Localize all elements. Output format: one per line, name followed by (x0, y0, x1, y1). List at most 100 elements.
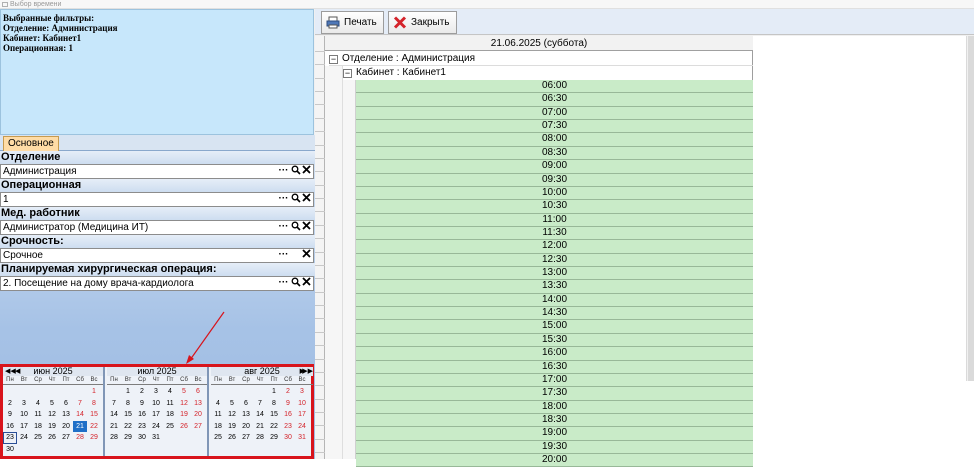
calendar-day[interactable]: 31 (149, 432, 163, 444)
clear-icon[interactable] (301, 277, 312, 290)
calendar-day[interactable]: 22 (121, 421, 135, 433)
calendar-day[interactable]: 16 (135, 409, 149, 421)
calendar-day[interactable]: 13 (239, 409, 253, 421)
time-slot[interactable]: 09:00 (356, 160, 753, 174)
calendar-day[interactable]: 30 (135, 432, 149, 444)
time-slot[interactable]: 08:00 (356, 133, 753, 147)
time-slot[interactable]: 08:30 (356, 146, 753, 161)
time-slot[interactable]: 18:30 (356, 413, 753, 428)
ellipsis-icon[interactable]: ··· (278, 249, 289, 262)
calendar-day[interactable]: 30 (3, 444, 17, 456)
print-button[interactable]: Печать (321, 11, 384, 34)
calendar-day[interactable]: 8 (121, 398, 135, 410)
calendar-day[interactable]: 19 (177, 409, 191, 421)
department-field[interactable]: Администрация ··· (0, 164, 314, 179)
calendar-day[interactable]: 22 (87, 421, 101, 433)
scrollbar-thumb[interactable] (968, 36, 974, 381)
calendar-day[interactable]: 12 (225, 409, 239, 421)
calendar-day[interactable]: 29 (267, 432, 281, 444)
ellipsis-icon[interactable]: ··· (278, 165, 289, 178)
calendar-day[interactable]: 18 (163, 409, 177, 421)
calendar-day[interactable]: 25 (211, 432, 225, 444)
calendar-day[interactable]: 10 (149, 398, 163, 410)
calendar-day[interactable]: 21 (253, 421, 267, 433)
group-row-room[interactable]: − Кабинет : Кабинет1 (343, 66, 753, 80)
surgery-field[interactable]: 2. Посещение на дому врача-кардиолога ··… (0, 276, 314, 291)
calendar-day[interactable]: 4 (31, 398, 45, 410)
collapse-icon[interactable]: − (329, 55, 338, 64)
calendar-day[interactable]: 27 (191, 421, 205, 433)
calendar-day[interactable]: 28 (73, 432, 87, 444)
time-slot[interactable]: 11:00 (356, 213, 753, 227)
calendar-day[interactable]: 23 (135, 421, 149, 433)
calendar-day[interactable]: 9 (3, 409, 17, 421)
time-slot[interactable]: 10:30 (356, 200, 753, 214)
calendar-day[interactable]: 27 (239, 432, 253, 444)
calendar-day[interactable]: 6 (59, 398, 73, 410)
calendar-day[interactable]: 17 (295, 409, 309, 421)
clear-icon[interactable] (301, 221, 312, 234)
calendar-day[interactable]: 25 (163, 421, 177, 433)
time-slot[interactable]: 11:30 (356, 226, 753, 241)
calendar-day[interactable]: 3 (17, 398, 31, 410)
next-year-icon[interactable]: ▶▶ (302, 367, 313, 376)
close-button[interactable]: Закрыть (388, 11, 457, 34)
time-slot[interactable]: 16:00 (356, 347, 753, 361)
tab-main[interactable]: Основное (3, 136, 59, 152)
calendar-day[interactable]: 28 (253, 432, 267, 444)
time-slot[interactable]: 14:00 (356, 293, 753, 308)
calendar-day[interactable]: 4 (163, 386, 177, 398)
calendar-day[interactable]: 14 (73, 409, 87, 421)
time-slot[interactable]: 09:30 (356, 173, 753, 187)
calendar-day[interactable]: 5 (45, 398, 59, 410)
time-slot[interactable]: 15:00 (356, 320, 753, 334)
time-slot[interactable]: 17:00 (356, 373, 753, 388)
vertical-scrollbar[interactable] (966, 36, 974, 381)
calendar-day[interactable]: 15 (121, 409, 135, 421)
calendar-day[interactable]: 16 (281, 409, 295, 421)
calendar-day[interactable]: 29 (87, 432, 101, 444)
calendar-day[interactable]: 23 (281, 421, 295, 433)
calendar-day[interactable]: 31 (295, 432, 309, 444)
calendar-day[interactable]: 20 (239, 421, 253, 433)
time-slot[interactable]: 17:30 (356, 387, 753, 401)
search-icon[interactable] (290, 221, 301, 234)
urgency-field[interactable]: Срочное ··· (0, 248, 314, 263)
calendar-day[interactable]: 12 (177, 398, 191, 410)
calendar-day[interactable]: 18 (31, 421, 45, 433)
time-slot[interactable]: 19:00 (356, 427, 753, 441)
calendar-day[interactable]: 20 (59, 421, 73, 433)
calendar-day[interactable]: 5 (177, 386, 191, 398)
calendar-day[interactable]: 16 (3, 421, 17, 433)
calendar-day[interactable]: 22 (267, 421, 281, 433)
calendar-day[interactable]: 8 (87, 398, 101, 410)
search-icon[interactable] (290, 193, 301, 206)
search-icon[interactable] (290, 165, 301, 178)
calendar-day[interactable]: 2 (3, 398, 17, 410)
doctor-field[interactable]: Администратор (Медицина ИТ) ··· (0, 220, 314, 235)
calendar-day[interactable]: 21 (107, 421, 121, 433)
calendar-day[interactable]: 11 (163, 398, 177, 410)
time-slot[interactable]: 20:00 (356, 454, 753, 467)
time-slot[interactable]: 14:30 (356, 307, 753, 321)
calendar-day[interactable]: 13 (191, 398, 205, 410)
calendar-day[interactable]: 10 (295, 398, 309, 410)
time-slot[interactable]: 10:00 (356, 186, 753, 201)
calendar-day[interactable]: 3 (149, 386, 163, 398)
calendar-day[interactable]: 1 (87, 386, 101, 398)
group-row-department[interactable]: − Отделение : Администрация (329, 52, 753, 66)
calendar-day[interactable]: 26 (225, 432, 239, 444)
ellipsis-icon[interactable]: ··· (278, 193, 289, 206)
calendar-day[interactable]: 21 (73, 420, 87, 433)
calendar-day[interactable]: 7 (253, 398, 267, 410)
collapse-icon[interactable]: − (343, 69, 352, 78)
clear-icon[interactable] (301, 165, 312, 178)
calendar-day[interactable]: 14 (107, 409, 121, 421)
time-slot[interactable]: 07:30 (356, 120, 753, 134)
calendar-day[interactable]: 25 (31, 432, 45, 444)
calendar-day[interactable]: 3 (295, 386, 309, 398)
ellipsis-icon[interactable]: ··· (278, 221, 289, 234)
time-slot[interactable]: 12:00 (356, 240, 753, 254)
calendar-day[interactable]: 12 (45, 409, 59, 421)
calendar-day[interactable]: 8 (267, 398, 281, 410)
